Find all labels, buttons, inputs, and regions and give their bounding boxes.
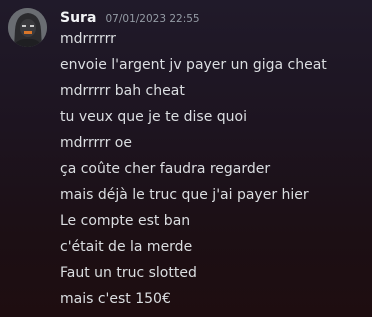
user-avatar[interactable] [8,8,47,47]
message-text[interactable]: mais déjà le truc que j'ai payer hier [60,185,366,211]
message-text[interactable]: Faut un truc slotted [60,263,366,289]
message-text[interactable]: mdrrrrr bah cheat [60,81,366,107]
message-header: Sura 07/01/2023 22:55 [60,7,200,27]
message-group: Sura 07/01/2023 22:55 mdrrrrrr envoie l'… [0,0,372,317]
message-text[interactable]: ça coûte cher faudra regarder [60,159,366,185]
message-text[interactable]: mdrrrrrr [60,29,366,55]
message-text[interactable]: envoie l'argent jv payer un giga cheat [60,55,366,81]
message-text[interactable]: tu veux que je te dise quoi [60,107,366,133]
masked-figure-avatar-icon [8,8,47,47]
username[interactable]: Sura [60,10,96,26]
message-text[interactable]: c'était de la merde [60,237,366,263]
message-text[interactable]: mdrrrrr oe [60,133,366,159]
message-text[interactable]: mais c'est 150€ [60,289,366,315]
message-text[interactable]: Le compte est ban [60,211,366,237]
timestamp[interactable]: 07/01/2023 22:55 [106,13,200,25]
message-list: mdrrrrrr envoie l'argent jv payer un gig… [60,29,366,315]
